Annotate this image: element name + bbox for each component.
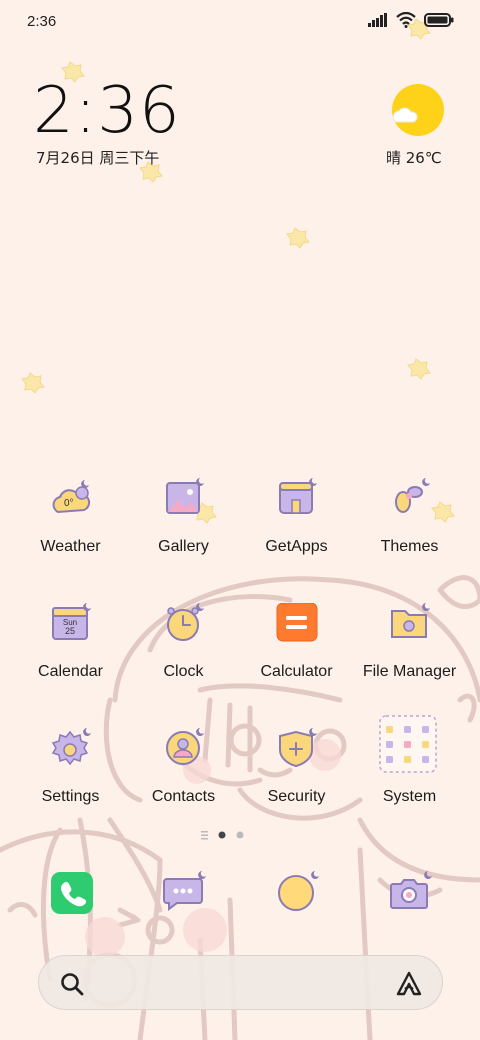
clock-widget-time[interactable]: 2:36: [33, 74, 181, 148]
system-folder-icon: [379, 715, 437, 773]
app-security[interactable]: Security: [240, 728, 353, 828]
weather-widget-text[interactable]: 晴 26℃: [386, 147, 442, 168]
calendar-icon: Sun 25: [52, 603, 91, 640]
app-label: GetApps: [265, 538, 328, 555]
browser-icon[interactable]: [276, 871, 320, 915]
app-label: Contacts: [151, 788, 216, 805]
app-label: System: [382, 788, 437, 805]
battery-icon: [424, 13, 454, 27]
page-dot-active: [218, 831, 226, 839]
search-icon[interactable]: [59, 971, 85, 997]
status-icons: [368, 12, 454, 28]
app-weather[interactable]: 0° Weather: [14, 478, 127, 578]
signal-icon: [368, 13, 387, 27]
status-time: 2:36: [27, 13, 57, 30]
phone-icon[interactable]: [50, 871, 94, 915]
app-themes[interactable]: Themes: [353, 478, 466, 578]
search-bar[interactable]: [38, 955, 443, 1010]
gallery-icon: [166, 478, 204, 514]
wifi-icon: [396, 12, 416, 28]
messages-icon[interactable]: [163, 871, 207, 915]
app-label: Themes: [380, 538, 439, 555]
file-manager-icon: [391, 603, 430, 638]
getapps-icon: [279, 478, 317, 514]
app-label: Calendar: [38, 663, 103, 680]
app-label: Clock: [163, 663, 204, 680]
assistant-icon[interactable]: [394, 969, 424, 999]
app-label: Security: [267, 788, 326, 805]
app-contacts[interactable]: Contacts: [127, 728, 240, 828]
app-label: File Manager: [362, 663, 457, 680]
clock-icon: [167, 603, 204, 641]
app-settings[interactable]: Settings: [14, 728, 127, 828]
svg-text:25: 25: [65, 626, 75, 636]
app-clock[interactable]: Clock: [127, 603, 240, 703]
app-label: Gallery: [158, 538, 209, 555]
page-dot: [236, 831, 244, 839]
settings-icon: [51, 728, 91, 766]
status-bar: 2:36: [0, 0, 480, 44]
app-file-manager[interactable]: File Manager: [353, 603, 466, 703]
app-calendar[interactable]: Sun 25 Calendar: [14, 603, 127, 703]
folder-system[interactable]: System: [353, 715, 466, 815]
security-icon: [279, 728, 317, 768]
app-getapps[interactable]: GetApps: [240, 478, 353, 578]
svg-text:0°: 0°: [64, 498, 74, 509]
camera-icon[interactable]: [389, 871, 433, 915]
app-gallery[interactable]: Gallery: [127, 478, 240, 578]
weather-icon: 0°: [52, 480, 91, 514]
feed-page-icon: [201, 831, 208, 840]
sun-cloud-icon[interactable]: [390, 84, 444, 138]
app-label: Settings: [41, 788, 100, 805]
app-label: Weather: [40, 538, 101, 555]
app-label: Calculator: [260, 663, 333, 680]
clock-widget-date[interactable]: 7月26日 周三下午: [36, 147, 159, 168]
contacts-icon: [166, 728, 204, 765]
themes-icon: [395, 478, 430, 513]
page-indicator[interactable]: [200, 829, 280, 841]
app-calculator[interactable]: Calculator: [240, 603, 353, 703]
calculator-icon: [276, 603, 318, 642]
